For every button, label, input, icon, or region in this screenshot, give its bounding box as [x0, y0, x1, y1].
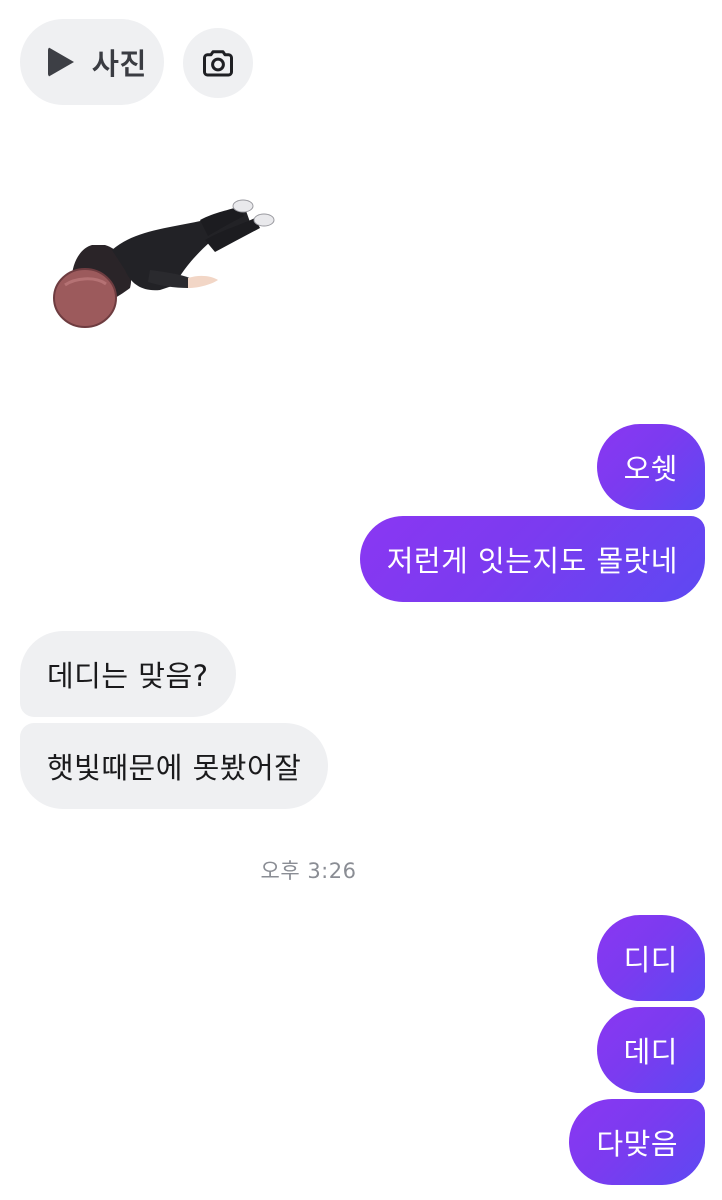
message-text: 오쉣	[623, 452, 678, 486]
photo-button-label: 사진	[92, 47, 148, 81]
sticker-image	[53, 199, 275, 328]
message-timestamp: 오후 3:26	[260, 859, 357, 883]
message-bubble-incoming[interactable]: 햇빛때문에 못봤어잘	[20, 723, 329, 809]
camera-icon	[203, 50, 233, 77]
message-text: 디디	[623, 943, 678, 977]
play-icon	[48, 47, 74, 77]
message-bubble-outgoing[interactable]: 오쉣	[596, 424, 705, 510]
message-text: 데디는 맞음?	[47, 659, 209, 693]
photo-button[interactable]: 사진	[20, 19, 164, 105]
message-bubble-outgoing[interactable]: 디디	[596, 915, 705, 1001]
message-text: 다맞음	[596, 1127, 678, 1161]
message-text: 햇빛때문에 못봤어잘	[47, 751, 302, 785]
message-bubble-incoming[interactable]: 데디는 맞음?	[20, 631, 236, 717]
message-bubble-outgoing[interactable]: 다맞음	[569, 1099, 705, 1185]
message-bubble-outgoing[interactable]: 저런게 잇는지도 몰랏네	[359, 516, 705, 602]
message-text: 데디	[623, 1035, 678, 1069]
message-text: 저런게 잇는지도 몰랏네	[386, 544, 678, 578]
attachment-toolbar: 사진	[0, 0, 722, 130]
lying-person-sticker[interactable]	[40, 190, 290, 340]
camera-button[interactable]	[183, 28, 253, 98]
message-bubble-outgoing[interactable]: 데디	[596, 1007, 705, 1093]
